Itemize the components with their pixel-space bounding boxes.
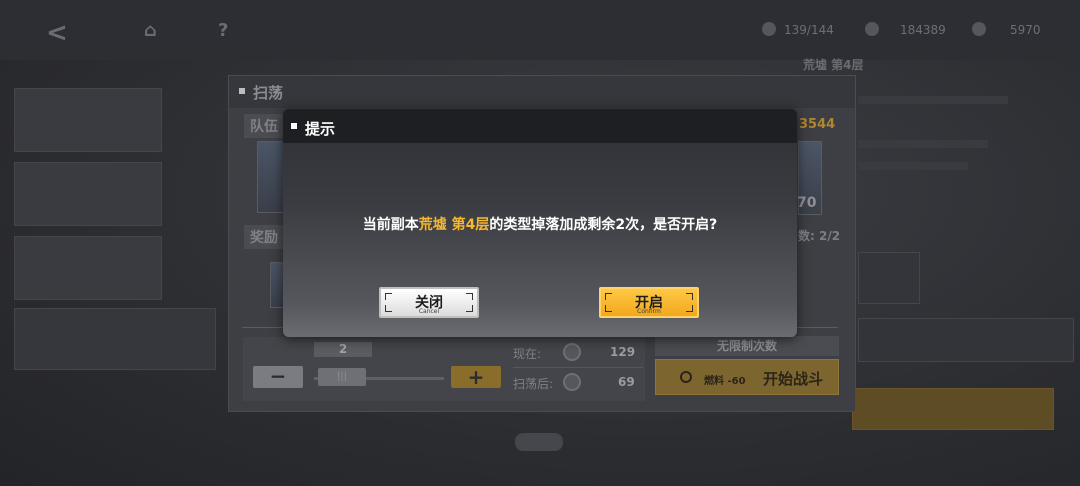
- title-marker: [239, 88, 245, 94]
- stamina-value: 139/144: [784, 23, 834, 37]
- start-battle-button[interactable]: 燃料 -60 开始战斗: [655, 359, 839, 395]
- title-marker: [291, 123, 297, 129]
- bg-start-button[interactable]: [852, 388, 1054, 430]
- right-info-line: [858, 96, 1008, 104]
- cancel-button[interactable]: 关闭 Cancel: [379, 287, 479, 318]
- reward-label: 奖励: [244, 225, 284, 249]
- current-fuel-label: 现在:: [513, 347, 542, 361]
- sweep-stepper-area: [243, 337, 645, 401]
- gem-value: 5970: [1010, 23, 1041, 37]
- sweep-panel-header: [229, 76, 855, 108]
- reward-item: [858, 252, 920, 304]
- dialog-header: [283, 109, 797, 143]
- back-icon[interactable]: <: [46, 18, 68, 48]
- left-menu-card[interactable]: [14, 308, 216, 370]
- cancel-sublabel: Cancel: [418, 308, 440, 315]
- stamina-icon: [762, 22, 776, 36]
- decrease-button[interactable]: −: [253, 366, 303, 388]
- right-info-line: [858, 162, 968, 170]
- left-menu-card[interactable]: [14, 236, 162, 300]
- help-icon[interactable]: ?: [218, 20, 228, 41]
- sweep-count-label: 数: 2/2: [798, 229, 841, 243]
- increase-button[interactable]: +: [451, 366, 501, 388]
- home-icon[interactable]: ⌂: [144, 20, 157, 41]
- team-member-portrait[interactable]: [257, 141, 285, 213]
- fuel-cost: 燃料 -60: [704, 376, 746, 387]
- row-divider: [513, 367, 643, 368]
- bg-toggle[interactable]: [515, 433, 563, 451]
- stage-name-highlight: 荒墟 第4层: [418, 217, 490, 233]
- fuel-icon: [563, 373, 581, 391]
- sweep-count-value: 2: [314, 342, 372, 357]
- after-sweep-value: 69: [618, 375, 635, 389]
- dialog-title: 提示: [305, 120, 336, 138]
- current-fuel-value: 129: [610, 345, 636, 359]
- left-menu-card[interactable]: [14, 88, 162, 152]
- confirm-sublabel: Confirm: [637, 308, 661, 315]
- confirm-button[interactable]: 开启 Confirm: [599, 287, 699, 318]
- unlimited-count-label: 无限制次数: [655, 336, 839, 356]
- confirm-dialog: 提示 当前副本荒墟 第4层的类型掉落加成剩余2次，是否开启? 关闭 Cancel…: [283, 109, 797, 337]
- right-info-line: [858, 140, 988, 148]
- count-slider-handle[interactable]: |||: [318, 368, 366, 386]
- fuel-icon: [563, 343, 581, 361]
- coin-value: 184389: [900, 23, 946, 37]
- team-power-value: 3544: [799, 117, 836, 132]
- after-sweep-label: 扫荡后:: [513, 377, 554, 391]
- stage-title: 荒墟 第4层: [803, 58, 864, 72]
- fuel-icon: [680, 371, 692, 383]
- team-level: 70: [797, 195, 817, 211]
- start-battle-label: 开始战斗: [763, 370, 824, 388]
- coin-icon: [865, 22, 879, 36]
- gem-icon: [972, 22, 986, 36]
- left-menu-card[interactable]: [14, 162, 162, 226]
- dialog-message: 当前副本荒墟 第4层的类型掉落加成剩余2次，是否开启?: [362, 217, 718, 233]
- reward-strip: [858, 318, 1074, 362]
- sweep-title: 扫荡: [253, 84, 284, 102]
- team-label: 队伍: [244, 114, 284, 138]
